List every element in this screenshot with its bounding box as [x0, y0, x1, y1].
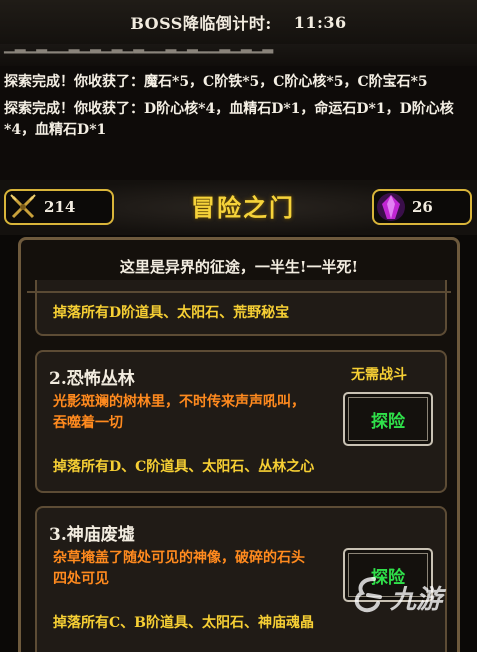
boss-countdown-bar: BOSS降临倒计时: 11:36	[0, 0, 477, 44]
adventure-card-3: 3.神庙废墟 杂草掩盖了随处可见的神像，破碎的石头四处可见 探险 掉落所有C、B…	[35, 506, 447, 652]
countdown-label: BOSS降临倒计时:	[130, 14, 272, 33]
crystal-stat: 26	[372, 189, 472, 225]
no-battle-tag: 无需战斗	[351, 367, 407, 383]
adventure-card-2: 2.恐怖丛林 无需战斗 光影斑斓的树林里，不时传来声声吼叫，吞噬着一切 探险 掉…	[35, 350, 447, 493]
page-title: 冒险之门	[191, 193, 295, 222]
purple-crystal-icon	[376, 192, 406, 222]
panel-subtitle: 这里是异界的征途，一半生!一半死!	[119, 258, 359, 276]
log-entry: 探索完成！你收获了：D阶心核*4，血精石D*1，命运石D*1，D阶心核*4，血精…	[4, 101, 454, 138]
crossed-swords-icon	[8, 192, 38, 222]
attack-stat-value: 214	[44, 198, 76, 216]
crystal-stat-value: 26	[412, 198, 433, 216]
panel-divider	[27, 291, 451, 293]
log-entry: 探索完成！你收获了：魔石*5，C阶铁*5，C阶心核*5，C阶宝石*5	[4, 74, 428, 90]
card-name: 3.神庙废墟	[49, 525, 135, 545]
log-scrolled-text: ▁▂▁▂▁▁▂▁▂▁▂▁▂▁▁▂▁▂▁▁▂▁▂▁▂	[4, 44, 274, 54]
countdown-time: 11:36	[293, 12, 347, 32]
adventure-panel: 这里是异界的征途，一半生!一半死! 掉落所有D阶道具、太阳石、荒野秘宝 2.恐怖…	[18, 237, 460, 652]
card-drops: 掉落所有D阶道具、太阳石、荒野秘宝	[53, 305, 290, 321]
card-drops: 掉落所有D、C阶道具、太阳石、丛林之心	[53, 459, 315, 475]
explore-button[interactable]: 探险	[343, 548, 433, 602]
card-description: 杂草掩盖了随处可见的神像，破碎的石头四处可见	[53, 550, 305, 587]
exploration-log: 探索完成！你收获了：魔石*5，C阶铁*5，C阶心核*5，C阶宝石*5 探索完成！…	[0, 66, 477, 180]
attack-stat: 214	[4, 189, 114, 225]
adventure-card-1: 掉落所有D阶道具、太阳石、荒野秘宝	[35, 280, 447, 336]
card-description: 光影斑斓的树林里，不时传来声声吼叫，吞噬着一切	[53, 394, 305, 431]
card-drops: 掉落所有C、B阶道具、太阳石、神庙魂晶	[53, 615, 314, 631]
log-scrolled-line: ▁▂▁▂▁▁▂▁▂▁▂▁▂▁▁▂▁▂▁▁▂▁▂▁▂	[0, 44, 477, 66]
explore-button[interactable]: 探险	[343, 392, 433, 446]
card-name: 2.恐怖丛林	[49, 369, 135, 389]
